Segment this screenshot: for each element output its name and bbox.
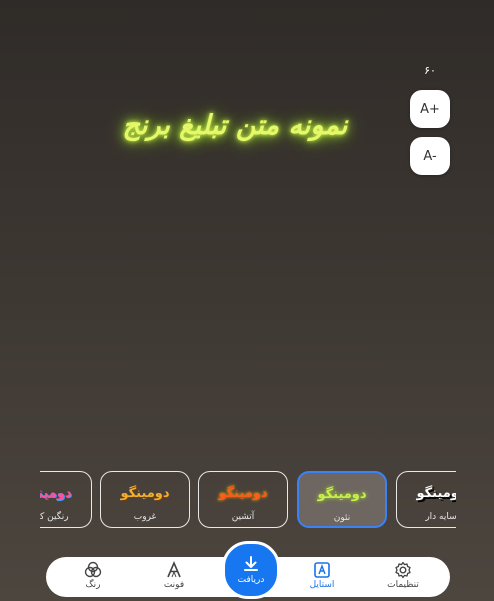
color-circles-icon — [84, 561, 102, 578]
style-label: آتشین — [231, 512, 255, 522]
style-sample: دومینگو — [120, 486, 170, 501]
nav-color-label: رنگ — [85, 580, 101, 590]
download-label: دریافت — [237, 575, 265, 585]
style-sample: دومینگو — [317, 487, 367, 502]
nav-style-label: استایل — [309, 580, 335, 590]
style-card-shadow[interactable]: دومینگو سایه دار — [396, 471, 456, 528]
nav-settings-label: تنظیمات — [387, 580, 419, 590]
font-icon — [167, 560, 181, 578]
style-label: رنگین کمان — [40, 512, 69, 522]
style-sample: دومینگو — [218, 486, 268, 501]
style-label: غروب — [133, 512, 157, 522]
gear-icon — [395, 561, 411, 579]
style-card-fiery[interactable]: دومینگو آتشین — [198, 471, 288, 528]
style-card-neon[interactable]: دومینگو نئون — [297, 471, 387, 528]
preview-text[interactable]: نمونه متن تبلیغ برنج — [0, 100, 470, 150]
style-card-sunset[interactable]: دومینگو غروب — [100, 471, 190, 528]
increase-size-button[interactable]: A+ — [410, 90, 450, 128]
font-size-value: ۶۰ — [424, 64, 436, 77]
nav-color[interactable]: رنگ — [61, 560, 125, 596]
style-sample: دومینگو — [416, 486, 456, 501]
nav-font[interactable]: فونت — [142, 560, 206, 596]
style-sample: دومینگو — [40, 486, 72, 501]
nav-font-label: فونت — [163, 580, 185, 590]
style-carousel[interactable]: دومینگو رنگین کمان دومینگو غروب دومینگو … — [40, 468, 456, 534]
style-label: سایه دار — [425, 512, 456, 522]
download-button[interactable]: دریافت — [222, 541, 280, 599]
nav-style[interactable]: استایل — [290, 560, 354, 596]
download-icon — [244, 556, 258, 571]
style-label: نئون — [333, 513, 351, 523]
style-card-rainbow[interactable]: دومینگو رنگین کمان — [40, 471, 92, 528]
style-icon — [314, 562, 330, 578]
decrease-size-button[interactable]: A- — [410, 137, 450, 175]
nav-settings[interactable]: تنظیمات — [371, 560, 435, 596]
